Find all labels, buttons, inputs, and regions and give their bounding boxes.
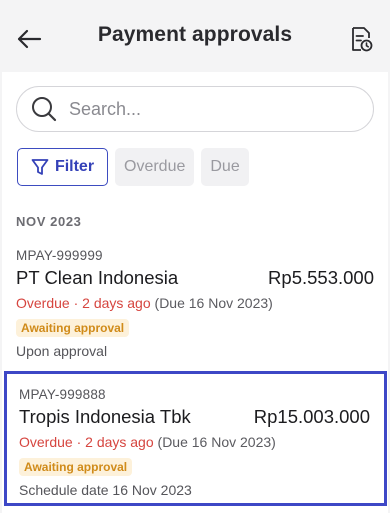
filter-button-label: Filter bbox=[54, 158, 95, 175]
payment-reference: MPAY-999999 bbox=[16, 248, 103, 263]
content-panel: Filter Overdue Due NOV 2023 MPAY-999999 … bbox=[2, 72, 388, 513]
funnel-icon bbox=[31, 159, 49, 175]
search-bar[interactable] bbox=[16, 86, 374, 132]
section-title: NOV 2023 bbox=[16, 214, 82, 229]
due-date: (Due 16 Nov 2023) bbox=[154, 295, 273, 311]
document-clock-icon bbox=[352, 27, 373, 52]
payee-name: Tropis Indonesia Tbk bbox=[19, 406, 191, 427]
schedule-info: Upon approval bbox=[16, 343, 108, 359]
payment-card[interactable]: MPAY-999999 PT Clean Indonesia Rp5.553.0… bbox=[16, 248, 374, 359]
due-date: (Due 16 Nov 2023) bbox=[157, 434, 276, 450]
status-line: Overdue · 2 days ago (Due 16 Nov 2023) bbox=[16, 295, 374, 311]
status-line: Overdue · 2 days ago (Due 16 Nov 2023) bbox=[19, 434, 384, 450]
overdue-status: Overdue · 2 days ago bbox=[16, 295, 151, 311]
payment-reference: MPAY-999888 bbox=[19, 387, 106, 402]
schedule-info: Schedule date 16 Nov 2023 bbox=[19, 482, 192, 498]
page-title: Payment approvals bbox=[97, 23, 293, 46]
status-badge: Awaiting approval bbox=[19, 458, 133, 476]
search-icon bbox=[32, 97, 57, 122]
chip-overdue[interactable]: Overdue bbox=[115, 148, 195, 186]
filter-bar: Filter Overdue Due bbox=[17, 148, 249, 186]
search-input[interactable] bbox=[69, 98, 359, 120]
overdue-status: Overdue · 2 days ago bbox=[19, 434, 154, 450]
filter-button[interactable]: Filter bbox=[17, 148, 108, 186]
payment-amount: Rp5.553.000 bbox=[268, 267, 374, 288]
payment-card-selected[interactable]: MPAY-999888 Tropis Indonesia Tbk Rp15.00… bbox=[4, 371, 387, 506]
app-header: Payment approvals bbox=[0, 0, 390, 72]
chip-due[interactable]: Due bbox=[201, 148, 249, 186]
status-badge: Awaiting approval bbox=[16, 319, 130, 337]
payment-amount: Rp15.003.000 bbox=[253, 406, 370, 427]
payee-name: PT Clean Indonesia bbox=[16, 267, 179, 288]
history-button[interactable] bbox=[346, 24, 376, 54]
